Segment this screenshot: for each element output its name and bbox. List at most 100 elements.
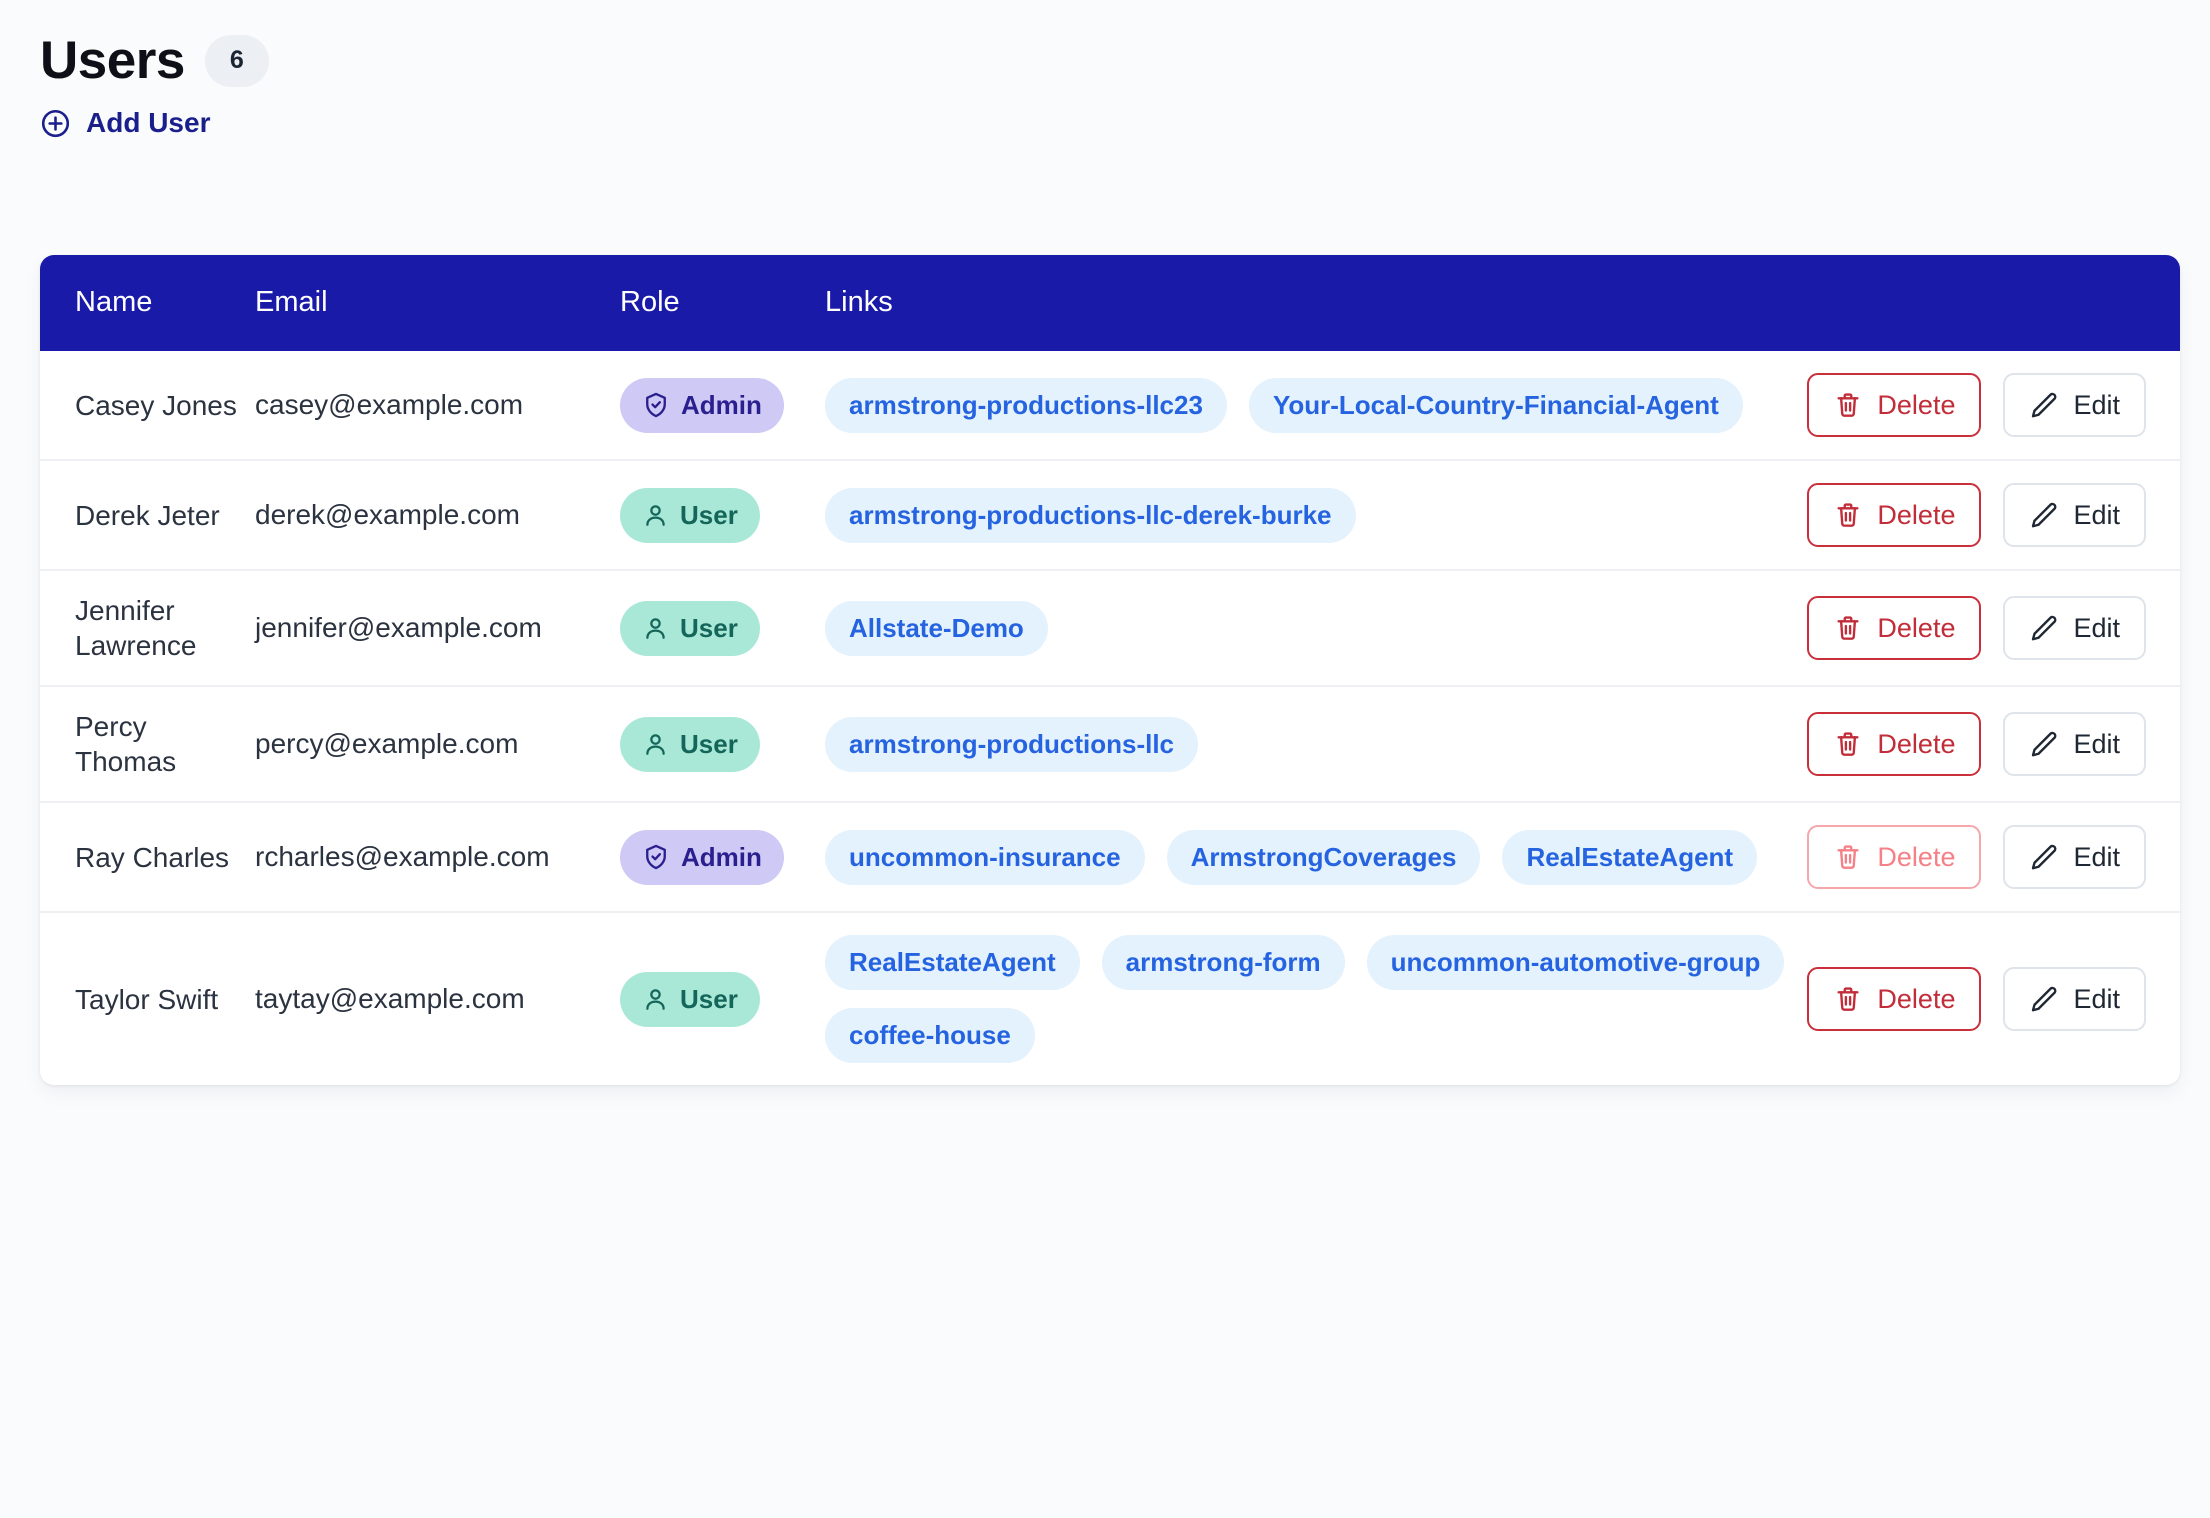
- delete-button: Delete: [1807, 825, 1982, 889]
- person-icon: [642, 502, 669, 529]
- link-pill-list: Allstate-Demo: [825, 600, 1835, 656]
- role-badge-user: User: [620, 600, 760, 656]
- row-action-group: Delete Edit: [1807, 712, 2146, 776]
- role-badge-label: User: [680, 612, 738, 643]
- link-pill[interactable]: coffee-house: [825, 1008, 1035, 1063]
- delete-button[interactable]: Delete: [1807, 483, 1982, 547]
- delete-button-label: Delete: [1877, 389, 1956, 420]
- cell-email: taytay@example.com: [255, 983, 525, 1014]
- shield-check-icon: [642, 843, 670, 871]
- cell-actions: Delete Edit: [1807, 802, 2180, 912]
- pencil-icon: [2029, 729, 2059, 759]
- cell-role: Admin: [620, 802, 825, 912]
- cell-links: armstrong-productions-llc23 Your-Local-Co…: [825, 351, 1855, 460]
- link-pill-list: armstrong-productions-llc23 Your-Local-Co…: [825, 377, 1835, 433]
- cell-role: User: [620, 912, 825, 1085]
- pencil-icon: [2029, 390, 2059, 420]
- link-pill-list: RealEstateAgent armstrong-form uncommon-au…: [825, 935, 1835, 1063]
- page-title: Users: [40, 31, 185, 90]
- link-pill[interactable]: armstrong-form: [1101, 935, 1345, 990]
- role-badge-label: User: [680, 728, 738, 759]
- cell-name: Percy Thomas: [75, 711, 177, 777]
- trash-icon: [1833, 500, 1863, 530]
- link-pill[interactable]: armstrong-productions-llc-derek-burke: [825, 487, 1356, 543]
- delete-button-label: Delete: [1877, 728, 1956, 759]
- column-header-name: Name: [40, 255, 255, 351]
- delete-button-label: Delete: [1877, 499, 1956, 530]
- delete-button-label: Delete: [1877, 612, 1956, 643]
- trash-icon: [1833, 984, 1863, 1014]
- cell-role: User: [620, 686, 825, 802]
- table-header: Name Email Role Links: [40, 255, 2180, 351]
- person-icon: [642, 615, 669, 642]
- cell-actions: Delete Edit: [1807, 912, 2180, 1085]
- add-user-label: Add User: [86, 107, 211, 138]
- cell-email: derek@example.com: [255, 499, 520, 530]
- pencil-icon: [2029, 842, 2059, 872]
- row-action-group: Delete Edit: [1807, 596, 2146, 660]
- table-row: Jennifer Lawrence jennifer@example.com Use…: [40, 570, 2180, 686]
- edit-button-label: Edit: [2073, 499, 2120, 530]
- cell-links: RealEstateAgent armstrong-form uncommon-au…: [825, 912, 1855, 1085]
- trash-icon: [1833, 613, 1863, 643]
- cell-email: rcharles@example.com: [255, 841, 550, 872]
- column-header-links: Links: [825, 255, 1855, 351]
- users-table: Name Email Role Links Casey Jones casey@e…: [40, 255, 2180, 1085]
- link-pill[interactable]: RealEstateAgent: [1502, 829, 1758, 885]
- role-badge-label: Admin: [681, 389, 762, 420]
- edit-button[interactable]: Edit: [2003, 712, 2146, 776]
- cell-role: Admin: [620, 351, 825, 460]
- shield-check-icon: [642, 391, 670, 419]
- link-pill[interactable]: armstrong-productions-llc: [825, 716, 1199, 772]
- cell-actions: Delete Edit: [1807, 686, 2180, 802]
- role-badge-user: User: [620, 971, 760, 1027]
- edit-button-label: Edit: [2073, 612, 2120, 643]
- person-icon: [642, 986, 669, 1013]
- link-pill[interactable]: Allstate-Demo: [825, 600, 1048, 656]
- column-header-actions: [1855, 255, 2180, 351]
- cell-name: Casey Jones: [75, 389, 237, 421]
- cell-email: jennifer@example.com: [255, 612, 542, 643]
- cell-links: uncommon-insurance ArmstrongCoverages Real…: [825, 802, 1855, 912]
- edit-button[interactable]: Edit: [2003, 967, 2146, 1031]
- edit-button-label: Edit: [2073, 983, 2120, 1014]
- edit-button-label: Edit: [2073, 389, 2120, 420]
- role-badge-admin: Admin: [620, 829, 784, 885]
- link-pill[interactable]: uncommon-insurance: [825, 829, 1145, 885]
- delete-button[interactable]: Delete: [1807, 712, 1982, 776]
- link-pill[interactable]: Your-Local-Country-Financial-Agent: [1248, 377, 1743, 433]
- trash-icon: [1833, 390, 1863, 420]
- cell-links: Allstate-Demo: [825, 570, 1855, 686]
- link-pill[interactable]: uncommon-automotive-group: [1366, 935, 1785, 990]
- cell-actions: Delete Edit: [1807, 460, 2180, 570]
- cell-links: armstrong-productions-llc-derek-burke: [825, 460, 1855, 570]
- table-row: Percy Thomas percy@example.com User armstro…: [40, 686, 2180, 802]
- delete-button-label: Delete: [1877, 841, 1956, 872]
- cell-email: casey@example.com: [255, 389, 524, 420]
- edit-button[interactable]: Edit: [2003, 596, 2146, 660]
- delete-button[interactable]: Delete: [1807, 967, 1982, 1031]
- column-header-email: Email: [255, 255, 620, 351]
- link-pill[interactable]: armstrong-productions-llc23: [825, 377, 1227, 433]
- role-badge-admin: Admin: [620, 377, 784, 433]
- table-header-row: Name Email Role Links: [40, 255, 2180, 351]
- edit-button[interactable]: Edit: [2003, 825, 2146, 889]
- pencil-icon: [2029, 500, 2059, 530]
- delete-button[interactable]: Delete: [1807, 596, 1982, 660]
- link-pill[interactable]: RealEstateAgent: [825, 935, 1080, 990]
- role-badge-label: User: [680, 499, 738, 530]
- row-action-group: Delete Edit: [1807, 825, 2146, 889]
- table-row: Ray Charles rcharles@example.com Admin unco…: [40, 802, 2180, 912]
- role-badge-user: User: [620, 716, 760, 772]
- row-action-group: Delete Edit: [1807, 373, 2146, 437]
- table-row: Derek Jeter derek@example.com User armstron…: [40, 460, 2180, 570]
- cell-name: Jennifer Lawrence: [75, 595, 197, 661]
- link-pill[interactable]: ArmstrongCoverages: [1166, 829, 1481, 885]
- edit-button[interactable]: Edit: [2003, 483, 2146, 547]
- delete-button[interactable]: Delete: [1807, 373, 1982, 437]
- trash-icon: [1833, 729, 1863, 759]
- edit-button[interactable]: Edit: [2003, 373, 2146, 437]
- add-user-button[interactable]: Add User: [40, 107, 210, 139]
- row-action-group: Delete Edit: [1807, 967, 2146, 1031]
- delete-button-label: Delete: [1877, 983, 1956, 1014]
